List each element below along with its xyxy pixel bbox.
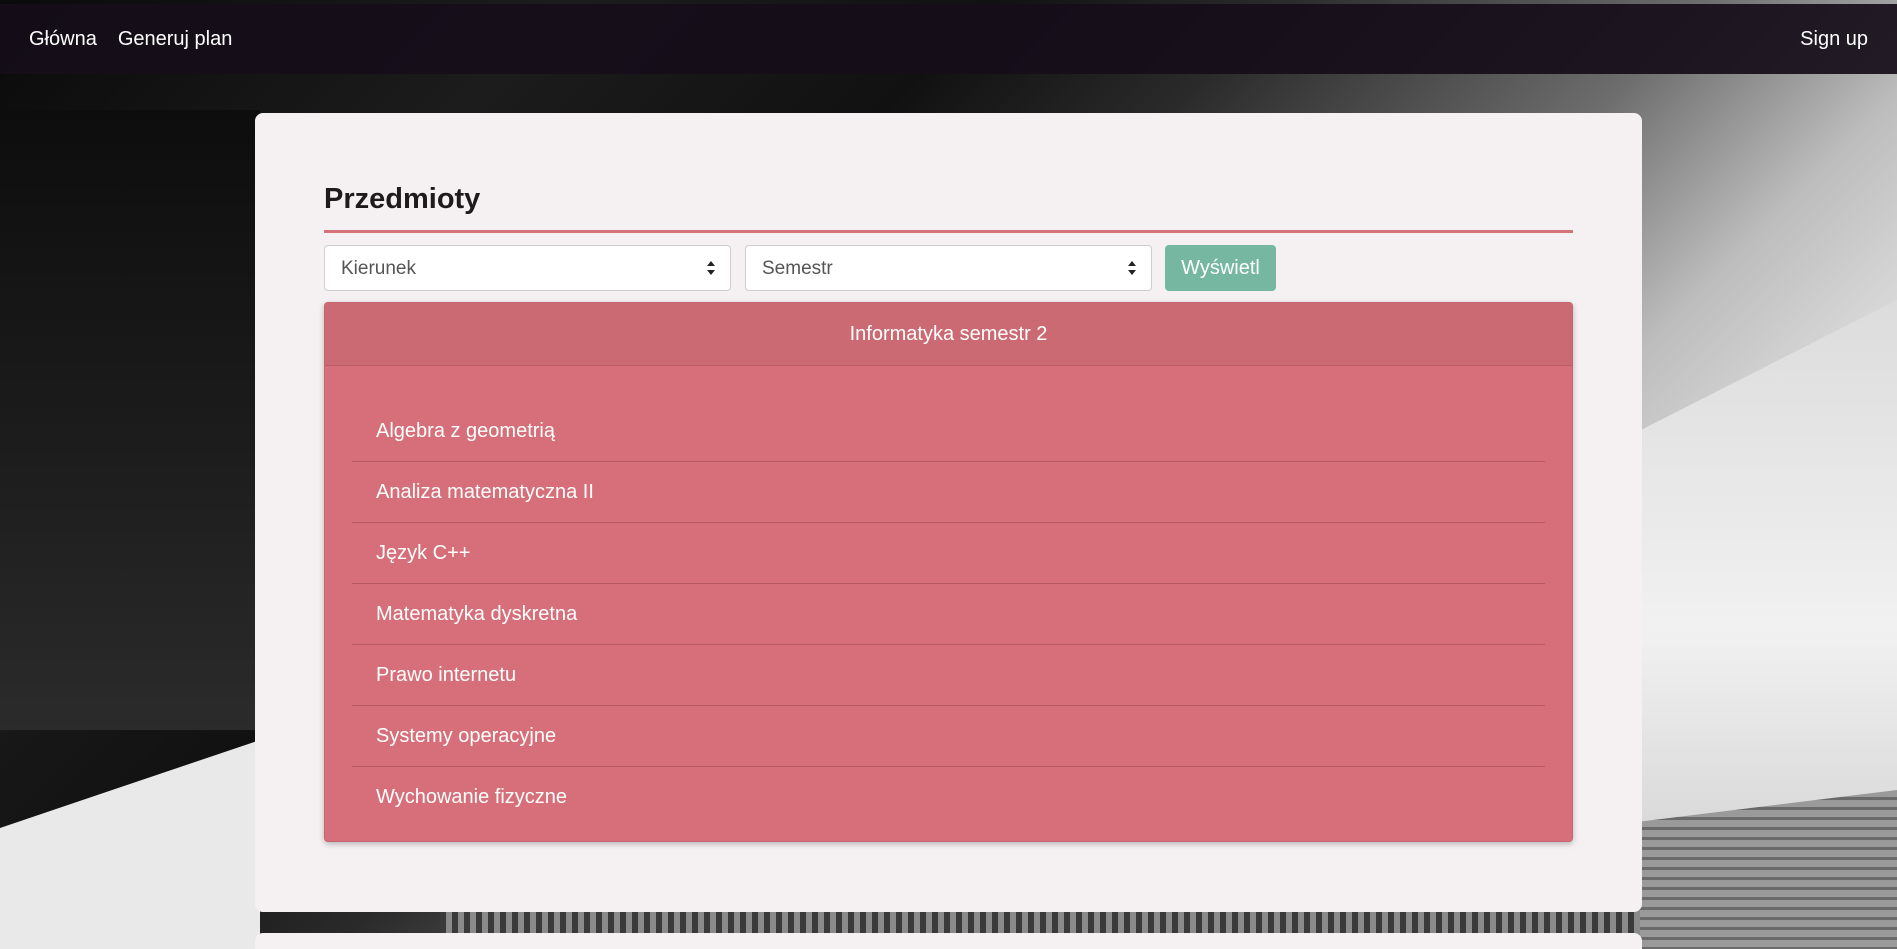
semestr-select-value: Semestr (762, 258, 833, 279)
list-item[interactable]: Matematyka dyskretna (352, 584, 1545, 645)
top-navbar: Główna Generuj plan Sign up (0, 4, 1897, 74)
semestr-select[interactable]: Semestr (745, 245, 1152, 291)
nav-link-home[interactable]: Główna (29, 28, 97, 51)
nav-link-generate-plan[interactable]: Generuj plan (118, 28, 233, 51)
signup-link[interactable]: Sign up (1800, 28, 1868, 51)
kierunek-select-value: Kierunek (341, 258, 416, 279)
list-item[interactable]: Algebra z geometrią (352, 402, 1545, 462)
kierunek-select[interactable]: Kierunek (324, 245, 731, 291)
sort-updown-icon (707, 261, 715, 275)
list-item[interactable]: Język C++ (352, 523, 1545, 584)
next-card-edge (255, 933, 1642, 949)
sort-updown-icon (1128, 261, 1136, 275)
subjects-panel: Informatyka semestr 2 Algebra z geometri… (324, 302, 1573, 842)
background-wall-left (0, 740, 260, 949)
page-title: Przedmioty (324, 183, 481, 215)
subjects-card: Przedmioty Kierunek Semestr Wyświetl Inf… (255, 113, 1642, 912)
subject-list: Algebra z geometrią Analiza matematyczna… (352, 402, 1545, 828)
list-item[interactable]: Systemy operacyjne (352, 706, 1545, 767)
panel-header: Informatyka semestr 2 (325, 303, 1572, 366)
list-item[interactable]: Prawo internetu (352, 645, 1545, 706)
title-divider (324, 230, 1573, 233)
list-item[interactable]: Analiza matematyczna II (352, 462, 1545, 523)
list-item[interactable]: Wychowanie fizyczne (352, 767, 1545, 828)
show-button[interactable]: Wyświetl (1165, 245, 1276, 291)
background-building-left (0, 110, 260, 730)
